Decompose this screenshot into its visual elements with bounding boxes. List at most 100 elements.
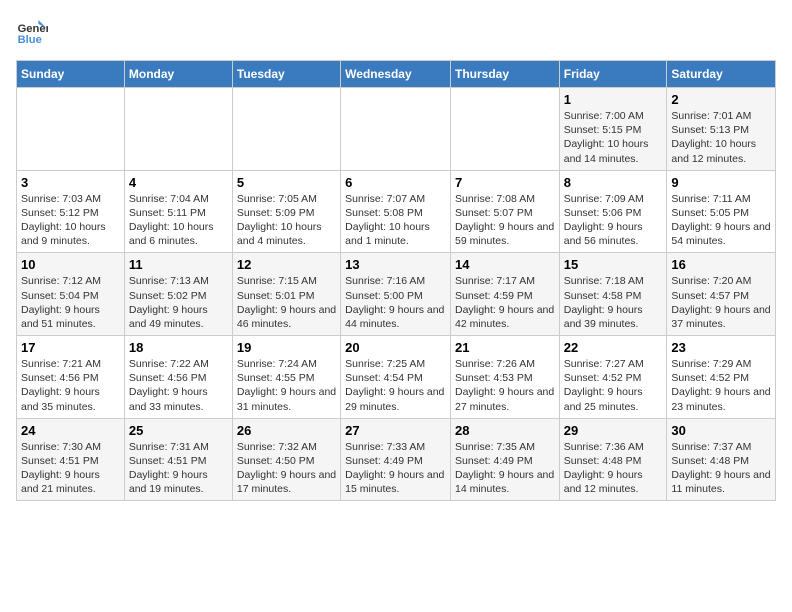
calendar-cell [17,88,125,171]
calendar-cell: 26 Sunrise: 7:32 AM Sunset: 4:50 PM Dayli… [232,418,340,501]
calendar-week-row: 1 Sunrise: 7:00 AM Sunset: 5:15 PM Daylig… [17,88,776,171]
day-info: Sunrise: 7:11 AM Sunset: 5:05 PM Dayligh… [671,192,771,249]
day-info: Sunrise: 7:04 AM Sunset: 5:11 PM Dayligh… [129,192,228,249]
calendar-cell: 30Sunrise: 7:37 AM Sunset: 4:48 PM Dayli… [667,418,776,501]
day-number: 21 [455,340,555,355]
calendar-cell: 18 Sunrise: 7:22 AM Sunset: 4:56 PM Dayli… [124,336,232,419]
calendar-cell: 4 Sunrise: 7:04 AM Sunset: 5:11 PM Daylig… [124,170,232,253]
day-info: Sunrise: 7:07 AM Sunset: 5:08 PM Dayligh… [345,192,446,249]
calendar-cell: 24 Sunrise: 7:30 AM Sunset: 4:51 PM Dayli… [17,418,125,501]
day-info: Sunrise: 7:00 AM Sunset: 5:15 PM Dayligh… [564,109,663,166]
calendar-cell: 19Sunrise: 7:24 AM Sunset: 4:55 PM Dayli… [232,336,340,419]
day-number: 6 [345,175,446,190]
day-info: Sunrise: 7:29 AM Sunset: 4:52 PM Dayligh… [671,357,771,414]
day-info: Sunrise: 7:36 AM Sunset: 4:48 PM Dayligh… [564,440,663,497]
day-number: 16 [671,257,771,272]
calendar-cell: 20Sunrise: 7:25 AM Sunset: 4:54 PM Dayli… [341,336,451,419]
day-number: 28 [455,423,555,438]
day-number: 24 [21,423,120,438]
calendar-cell [450,88,559,171]
weekday-header: Monday [124,61,232,88]
calendar-cell: 9 Sunrise: 7:11 AM Sunset: 5:05 PM Daylig… [667,170,776,253]
calendar-body: 1 Sunrise: 7:00 AM Sunset: 5:15 PM Daylig… [17,88,776,501]
day-number: 29 [564,423,663,438]
day-info: Sunrise: 7:01 AM Sunset: 5:13 PM Dayligh… [671,109,771,166]
calendar-cell [232,88,340,171]
calendar-week-row: 17Sunrise: 7:21 AM Sunset: 4:56 PM Dayli… [17,336,776,419]
day-info: Sunrise: 7:20 AM Sunset: 4:57 PM Dayligh… [671,274,771,331]
header: General Blue [16,16,776,48]
calendar-cell: 21 Sunrise: 7:26 AM Sunset: 4:53 PM Dayli… [450,336,559,419]
day-number: 26 [237,423,336,438]
day-number: 17 [21,340,120,355]
weekday-header: Tuesday [232,61,340,88]
day-number: 18 [129,340,228,355]
day-number: 15 [564,257,663,272]
day-info: Sunrise: 7:18 AM Sunset: 4:58 PM Dayligh… [564,274,663,331]
calendar-cell: 15 Sunrise: 7:18 AM Sunset: 4:58 PM Dayli… [559,253,667,336]
calendar-cell: 13 Sunrise: 7:16 AM Sunset: 5:00 PM Dayli… [341,253,451,336]
day-number: 13 [345,257,446,272]
day-info: Sunrise: 7:32 AM Sunset: 4:50 PM Dayligh… [237,440,336,497]
calendar-cell: 10 Sunrise: 7:12 AM Sunset: 5:04 PM Dayli… [17,253,125,336]
calendar-cell: 12 Sunrise: 7:15 AM Sunset: 5:01 PM Dayli… [232,253,340,336]
day-info: Sunrise: 7:31 AM Sunset: 4:51 PM Dayligh… [129,440,228,497]
weekday-header: Saturday [667,61,776,88]
calendar-cell: 8 Sunrise: 7:09 AM Sunset: 5:06 PM Daylig… [559,170,667,253]
weekday-header: Thursday [450,61,559,88]
logo-icon: General Blue [16,16,48,48]
weekday-header: Friday [559,61,667,88]
calendar-cell: 14 Sunrise: 7:17 AM Sunset: 4:59 PM Dayli… [450,253,559,336]
weekday-header: Sunday [17,61,125,88]
calendar-cell: 1 Sunrise: 7:00 AM Sunset: 5:15 PM Daylig… [559,88,667,171]
day-number: 10 [21,257,120,272]
day-number: 14 [455,257,555,272]
day-info: Sunrise: 7:27 AM Sunset: 4:52 PM Dayligh… [564,357,663,414]
calendar-cell: 16 Sunrise: 7:20 AM Sunset: 4:57 PM Dayli… [667,253,776,336]
day-info: Sunrise: 7:15 AM Sunset: 5:01 PM Dayligh… [237,274,336,331]
day-number: 8 [564,175,663,190]
day-number: 27 [345,423,446,438]
day-info: Sunrise: 7:09 AM Sunset: 5:06 PM Dayligh… [564,192,663,249]
calendar-cell [124,88,232,171]
day-number: 11 [129,257,228,272]
day-number: 30 [671,423,771,438]
logo: General Blue [16,16,48,48]
calendar-cell: 5Sunrise: 7:05 AM Sunset: 5:09 PM Daylig… [232,170,340,253]
day-info: Sunrise: 7:16 AM Sunset: 5:00 PM Dayligh… [345,274,446,331]
day-info: Sunrise: 7:25 AM Sunset: 4:54 PM Dayligh… [345,357,446,414]
day-number: 1 [564,92,663,107]
day-number: 9 [671,175,771,190]
calendar-cell: 11Sunrise: 7:13 AM Sunset: 5:02 PM Dayli… [124,253,232,336]
svg-text:General: General [18,23,48,35]
day-number: 7 [455,175,555,190]
day-info: Sunrise: 7:17 AM Sunset: 4:59 PM Dayligh… [455,274,555,331]
calendar-cell: 25Sunrise: 7:31 AM Sunset: 4:51 PM Dayli… [124,418,232,501]
calendar-cell: 23 Sunrise: 7:29 AM Sunset: 4:52 PM Dayli… [667,336,776,419]
calendar-cell: 2Sunrise: 7:01 AM Sunset: 5:13 PM Daylig… [667,88,776,171]
day-info: Sunrise: 7:26 AM Sunset: 4:53 PM Dayligh… [455,357,555,414]
calendar-table: SundayMondayTuesdayWednesdayThursdayFrid… [16,60,776,501]
calendar-cell: 3 Sunrise: 7:03 AM Sunset: 5:12 PM Daylig… [17,170,125,253]
day-number: 12 [237,257,336,272]
day-info: Sunrise: 7:03 AM Sunset: 5:12 PM Dayligh… [21,192,120,249]
day-number: 3 [21,175,120,190]
calendar-cell: 22Sunrise: 7:27 AM Sunset: 4:52 PM Dayli… [559,336,667,419]
day-info: Sunrise: 7:12 AM Sunset: 5:04 PM Dayligh… [21,274,120,331]
calendar-cell: 6 Sunrise: 7:07 AM Sunset: 5:08 PM Daylig… [341,170,451,253]
calendar-week-row: 3 Sunrise: 7:03 AM Sunset: 5:12 PM Daylig… [17,170,776,253]
calendar-week-row: 10 Sunrise: 7:12 AM Sunset: 5:04 PM Dayli… [17,253,776,336]
day-number: 19 [237,340,336,355]
day-info: Sunrise: 7:22 AM Sunset: 4:56 PM Dayligh… [129,357,228,414]
calendar-cell: 27Sunrise: 7:33 AM Sunset: 4:49 PM Dayli… [341,418,451,501]
day-number: 23 [671,340,771,355]
calendar-cell: 28 Sunrise: 7:35 AM Sunset: 4:49 PM Dayli… [450,418,559,501]
calendar-cell: 7Sunrise: 7:08 AM Sunset: 5:07 PM Daylig… [450,170,559,253]
weekday-header: Wednesday [341,61,451,88]
calendar-cell: 29 Sunrise: 7:36 AM Sunset: 4:48 PM Dayli… [559,418,667,501]
day-info: Sunrise: 7:35 AM Sunset: 4:49 PM Dayligh… [455,440,555,497]
day-number: 4 [129,175,228,190]
svg-text:Blue: Blue [18,34,42,46]
calendar-cell [341,88,451,171]
day-info: Sunrise: 7:30 AM Sunset: 4:51 PM Dayligh… [21,440,120,497]
